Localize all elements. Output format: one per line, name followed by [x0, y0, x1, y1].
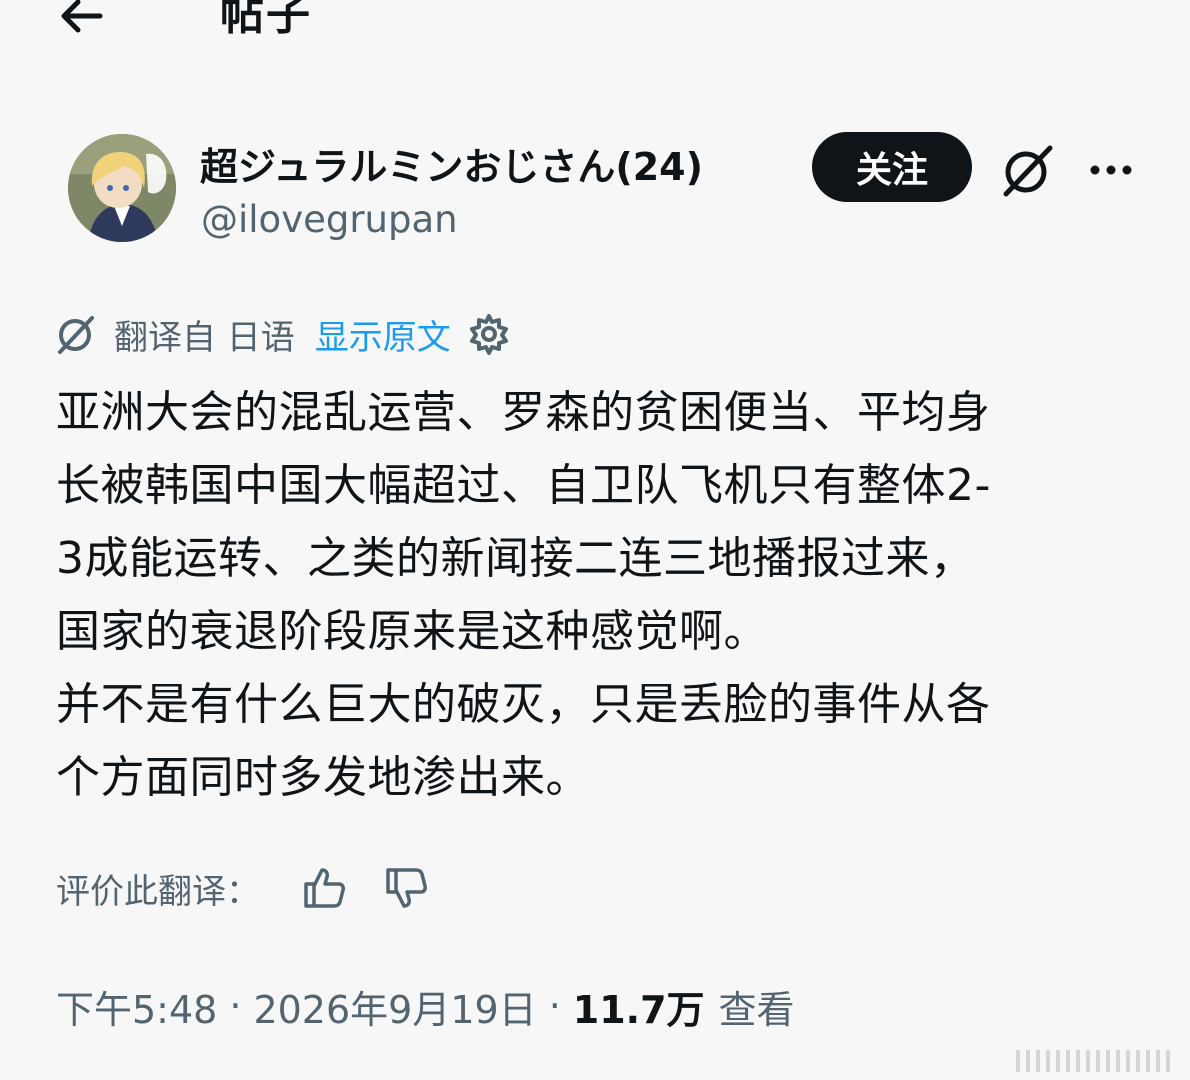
more-options-button[interactable]	[1086, 150, 1136, 190]
post-text-line: 3成能运转、之类的新闻接二连三地播报过来，	[56, 533, 975, 584]
thumbs-down-icon[interactable]	[382, 864, 430, 912]
author-handle[interactable]: @ilovegrupan	[201, 198, 458, 241]
more-horizontal-icon	[1090, 165, 1132, 175]
separator: ·	[548, 984, 561, 1028]
grok-button[interactable]	[998, 140, 1058, 200]
top-bar: 帖子	[0, 0, 1190, 50]
post-date[interactable]: 2026年9月19日	[253, 979, 536, 1034]
post-time[interactable]: 下午5:48	[56, 979, 217, 1034]
post-text-line: 国家的衰退阶段原来是这种感觉啊。	[56, 606, 768, 657]
avatar[interactable]	[68, 134, 176, 242]
page-title: 帖子	[220, 0, 312, 40]
views-label: 查看	[718, 987, 795, 1032]
views-count: 11.7万	[572, 987, 705, 1032]
arrow-left-icon	[61, 0, 103, 33]
thumbs-up-icon[interactable]	[300, 864, 348, 912]
back-button[interactable]	[56, 0, 106, 40]
follow-button[interactable]: 关注	[812, 132, 972, 202]
grok-icon	[1003, 145, 1053, 197]
post-text-line: 个方面同时多发地渗出来。	[56, 752, 590, 803]
post-text-line: 长被韩国中国大幅超过、自卫队飞机只有整体2-	[56, 460, 991, 511]
avatar-image	[68, 134, 176, 242]
separator: ·	[229, 984, 242, 1028]
show-original-link[interactable]: 显示原文	[315, 310, 451, 359]
translated-from-label: 翻译自 日语	[114, 317, 295, 358]
author-display-name[interactable]: 超ジュラルミンおじさん(24)	[200, 136, 703, 191]
rate-translation-row: 评价此翻译：	[56, 858, 430, 918]
gear-icon[interactable]	[467, 312, 511, 356]
post-text-line: 亚洲大会的混乱运营、罗森的贫困便当、平均身	[56, 387, 991, 438]
post-text-line: 并不是有什么巨大的破灭，只是丢脸的事件从各	[56, 679, 991, 730]
translation-bar: 翻译自 日语 显示原文	[54, 310, 511, 358]
rate-translation-label: 评价此翻译：	[56, 871, 260, 912]
grok-translate-icon	[58, 316, 94, 354]
post-meta: 下午5:48 · 2026年9月19日 · 11.7万 查看	[56, 976, 795, 1036]
post-text: 亚洲大会的混乱运营、罗森的贫困便当、平均身 长被韩国中国大幅超过、自卫队飞机只有…	[56, 376, 1146, 814]
watermark	[1016, 1050, 1186, 1072]
